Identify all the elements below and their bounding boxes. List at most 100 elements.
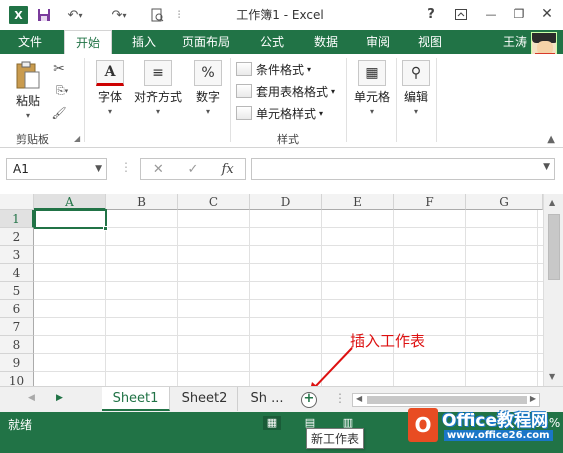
styles-group-label: 样式 [277, 133, 299, 146]
row-header[interactable]: 10 [0, 372, 34, 386]
row-header[interactable]: 4 [0, 264, 34, 282]
row-header[interactable]: 3 [0, 246, 34, 264]
expand-formula-icon[interactable]: ▼ [543, 162, 550, 172]
binoculars-icon: ⚲ [402, 60, 430, 86]
formula-bar: A1 ▼ ⋮ ✕ ✓ fx ▼ [0, 148, 563, 194]
row-header[interactable]: 8 [0, 336, 34, 354]
group-divider [346, 58, 347, 142]
editing-button[interactable]: ⚲ 编辑 ▾ [400, 60, 432, 116]
restore-button[interactable]: ❐ [505, 3, 533, 25]
tab-formulas[interactable]: 公式 [250, 30, 294, 54]
formula-input[interactable]: ▼ [251, 158, 555, 180]
active-cell[interactable] [34, 209, 107, 229]
help-button[interactable]: ? [417, 3, 445, 25]
minimize-button[interactable]: — [477, 3, 505, 25]
splitter-handle[interactable]: ⋮ [120, 160, 132, 174]
cut-icon[interactable]: ✂ [50, 60, 68, 78]
tab-review[interactable]: 审阅 [356, 30, 400, 54]
scroll-thumb[interactable] [367, 396, 527, 404]
name-box[interactable]: A1 ▼ [6, 158, 107, 180]
enter-icon[interactable]: ✓ [176, 162, 211, 177]
close-button[interactable]: ✕ [533, 3, 561, 25]
conditional-format-button[interactable]: 条件格式 ▾ [236, 59, 311, 79]
formula-buttons: ✕ ✓ fx [140, 158, 246, 180]
status-ready: 就绪 [8, 418, 33, 432]
scroll-right-icon[interactable]: ▶ [530, 394, 536, 403]
office-logo-icon: O [408, 408, 438, 442]
tab-view[interactable]: 视图 [408, 30, 452, 54]
group-divider [230, 58, 231, 142]
sheet-tab-sheet2[interactable]: Sheet2 [172, 387, 238, 411]
tab-home[interactable]: 开始 [64, 30, 112, 54]
column-header[interactable]: G [466, 194, 543, 210]
column-header[interactable]: B [106, 194, 178, 210]
clipboard-launcher-icon[interactable]: ◢ [74, 134, 80, 143]
column-header[interactable]: E [322, 194, 394, 210]
group-divider [84, 58, 85, 142]
cells-icon: ▦ [358, 60, 386, 86]
watermark-url: www.office26.com [444, 430, 553, 441]
sheet-tab-overflow[interactable]: Sh ... [240, 387, 294, 411]
tab-page-layout[interactable]: 页面布局 [174, 30, 238, 54]
alignment-button[interactable]: ≡ 对齐方式 ▾ [132, 60, 184, 116]
prev-sheet-icon[interactable]: ◀ [28, 393, 35, 403]
collapse-ribbon-icon[interactable]: ▲ [547, 134, 555, 145]
paste-label: 粘贴 [15, 94, 40, 108]
fill-handle[interactable] [103, 226, 108, 231]
clipboard-group-label: 剪贴板 [16, 133, 49, 146]
scroll-down-icon[interactable]: ▼ [549, 372, 555, 381]
annotation-label: 插入工作表 [350, 332, 426, 350]
row-header[interactable]: 1 [0, 210, 34, 228]
cell-styles-button[interactable]: 单元格样式 ▾ [236, 103, 323, 123]
new-sheet-tooltip: 新工作表 [306, 428, 365, 449]
scroll-left-icon[interactable]: ◀ [356, 394, 362, 403]
customize-qat-icon[interactable]: ⫶ [174, 6, 184, 24]
conditional-format-icon [236, 62, 252, 76]
column-header[interactable]: A [34, 194, 106, 210]
paste-button[interactable]: 粘贴 ▾ [10, 60, 46, 120]
vertical-scrollbar[interactable]: ▲ ▼ [543, 194, 563, 386]
number-label: 数字 [195, 90, 220, 104]
user-name[interactable]: 王涛 [503, 30, 527, 54]
column-header[interactable]: F [394, 194, 466, 210]
worksheet-grid[interactable]: A B C D E F G 1 2 3 4 5 6 7 8 9 10 ▲ ▼ [0, 194, 563, 386]
tab-splitter-handle[interactable]: ⋮ [334, 391, 346, 405]
chevron-down-icon[interactable]: ▼ [95, 159, 102, 179]
insert-function-icon[interactable]: fx [210, 162, 245, 177]
cells-button[interactable]: ▦ 单元格 ▾ [352, 60, 392, 116]
new-sheet-button[interactable]: + [301, 392, 317, 408]
tab-data[interactable]: 数据 [304, 30, 348, 54]
tab-file[interactable]: 文件 [6, 30, 54, 54]
number-format-button[interactable]: % 数字 ▾ [190, 60, 226, 116]
row-header[interactable]: 5 [0, 282, 34, 300]
column-header[interactable]: C [178, 194, 250, 210]
normal-view-icon[interactable]: ▦ [263, 416, 281, 430]
row-header[interactable]: 7 [0, 318, 34, 336]
save-icon[interactable] [36, 6, 52, 24]
undo-icon[interactable]: ↶ ▾ [62, 6, 88, 24]
scroll-thumb[interactable] [548, 214, 560, 280]
row-header[interactable]: 6 [0, 300, 34, 318]
ribbon-tab-row: 文件 开始 插入 页面布局 公式 数据 审阅 视图 王涛 [0, 30, 563, 58]
tab-insert[interactable]: 插入 [122, 30, 166, 54]
print-preview-icon[interactable] [148, 6, 166, 24]
row-header[interactable]: 2 [0, 228, 34, 246]
ribbon-display-options-icon[interactable] [447, 3, 475, 25]
redo-icon[interactable]: ↷ ▾ [106, 6, 132, 24]
cells-label: 单元格 [353, 90, 390, 104]
scroll-up-icon[interactable]: ▲ [549, 198, 555, 207]
watermark: O Office教程网 www.office26.com [408, 404, 560, 450]
group-divider [436, 58, 437, 142]
copy-icon[interactable]: ⎘ ▾ [50, 82, 74, 100]
next-sheet-icon[interactable]: ▶ [56, 393, 63, 403]
sheet-tab-sheet1[interactable]: Sheet1 [102, 387, 170, 411]
column-header[interactable]: D [250, 194, 322, 210]
conditional-format-label: 条件格式 [256, 62, 305, 77]
cancel-icon[interactable]: ✕ [141, 162, 176, 177]
font-button[interactable]: A 字体 ▾ [92, 60, 128, 116]
format-painter-icon[interactable]: 🖌 [50, 104, 68, 122]
cell-area[interactable] [34, 210, 543, 386]
select-all-button[interactable] [0, 194, 34, 210]
format-as-table-button[interactable]: 套用表格格式 ▾ [236, 81, 335, 101]
row-header[interactable]: 9 [0, 354, 34, 372]
